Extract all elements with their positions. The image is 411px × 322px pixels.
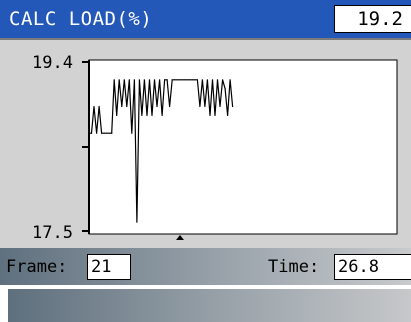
data-point — [159, 79, 161, 81]
title-bar: CALC LOAD(%) 19.2 — [0, 0, 411, 38]
data-point — [108, 132, 110, 134]
y-max-label: 19.4 — [32, 53, 73, 73]
data-point — [199, 105, 201, 108]
data-point — [156, 105, 158, 108]
frame-field: 21 — [87, 254, 131, 280]
data-point — [174, 79, 176, 81]
data-point — [161, 114, 163, 116]
y-min-label: 17.5 — [32, 223, 73, 243]
data-point — [214, 114, 216, 116]
data-point — [123, 79, 125, 81]
data-point — [166, 79, 168, 81]
data-point — [151, 114, 153, 116]
data-point — [201, 79, 203, 81]
data-point — [116, 114, 118, 116]
current-value: 19.2 — [357, 8, 403, 30]
current-value-box: 19.2 — [334, 5, 411, 33]
data-point — [96, 132, 98, 134]
data-point — [88, 132, 90, 134]
data-point — [118, 79, 120, 81]
data-point — [153, 79, 156, 81]
graph-panel: 19.4 17.5 — [0, 38, 411, 248]
data-point — [148, 79, 151, 81]
data-point — [169, 105, 171, 108]
data-point — [186, 79, 188, 81]
data-point — [103, 132, 105, 134]
data-point — [171, 79, 173, 81]
data-point — [101, 132, 103, 134]
data-point — [93, 105, 95, 108]
data-point — [196, 79, 198, 81]
data-point — [176, 79, 178, 81]
data-point — [146, 114, 148, 116]
data-point — [138, 79, 140, 81]
data-point — [111, 132, 113, 134]
data-point — [227, 114, 229, 116]
data-point — [133, 79, 135, 81]
data-point — [184, 79, 186, 81]
data-point — [232, 105, 234, 108]
data-point — [222, 79, 224, 81]
scan-tool-screen: CALC LOAD(%) 19.2 19.4 17.5 Frame: 21 Ti… — [0, 0, 411, 322]
time-label: Time: — [268, 257, 320, 277]
bottom-bar-strip — [8, 289, 411, 322]
load-graph: 19.4 17.5 — [32, 53, 398, 243]
frame-value: 21 — [91, 257, 112, 277]
data-point — [128, 79, 130, 81]
data-point — [179, 79, 181, 81]
data-point — [126, 105, 128, 108]
data-point — [219, 105, 221, 108]
data-point — [209, 114, 211, 116]
bottom-bar — [0, 285, 411, 322]
data-point — [189, 79, 191, 81]
data-point — [121, 105, 123, 108]
data-point — [141, 114, 143, 116]
parameter-title: CALC LOAD(%) — [9, 8, 153, 30]
data-point — [204, 105, 206, 108]
data-point — [164, 79, 166, 81]
data-point — [143, 79, 145, 81]
frame-label: Frame: — [6, 257, 68, 277]
data-point — [98, 105, 100, 108]
data-point — [131, 132, 133, 134]
data-point — [211, 79, 214, 81]
data-point — [206, 79, 208, 81]
data-point — [136, 221, 138, 223]
data-point — [224, 88, 226, 90]
data-point — [90, 132, 93, 134]
status-bar: Frame: 21 Time: 26.8 — [0, 248, 411, 285]
data-point — [113, 79, 115, 81]
data-point — [181, 79, 183, 81]
up-triangle-icon[interactable] — [176, 235, 184, 240]
data-point — [191, 79, 193, 81]
data-point — [194, 79, 196, 81]
time-value: 26.8 — [338, 257, 379, 277]
data-point — [216, 79, 219, 81]
data-point — [106, 132, 108, 134]
time-field: 26.8 — [334, 254, 411, 280]
data-point — [229, 79, 231, 81]
